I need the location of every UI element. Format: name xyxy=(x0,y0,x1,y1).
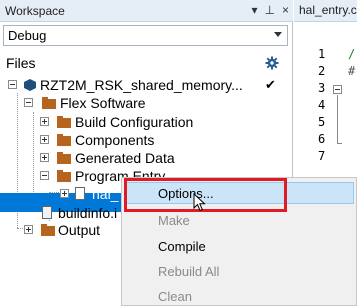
expand-icon[interactable] xyxy=(40,153,49,162)
code-fragment: / xyxy=(348,47,356,61)
expand-icon[interactable] xyxy=(60,189,69,198)
tree-item-label: hal_ xyxy=(92,186,119,202)
menu-item-compile[interactable]: Compile xyxy=(158,239,206,254)
pin-icon[interactable]: ⊥ xyxy=(265,3,275,17)
gear-icon[interactable] xyxy=(265,56,279,70)
tree-item-label: Output xyxy=(58,222,101,238)
line-number: 7 xyxy=(318,149,326,163)
line-number: 2 xyxy=(318,64,326,78)
file-icon xyxy=(42,206,52,219)
expand-icon[interactable] xyxy=(40,117,49,126)
menu-item-rebuild-all[interactable]: Rebuild All xyxy=(158,264,219,279)
close-icon[interactable]: × xyxy=(282,3,289,17)
folder-icon xyxy=(57,116,71,128)
workspace-title-bar: Workspace ▾ ⊥ × xyxy=(0,0,293,22)
mouse-cursor-icon xyxy=(193,193,206,212)
tree-item-flex-software[interactable]: Flex Software xyxy=(0,94,293,112)
menu-item-make[interactable]: Make xyxy=(158,213,190,228)
tree-item-label: RZT2M_RSK_shared_memory... xyxy=(40,77,243,93)
configuration-value: Debug xyxy=(8,28,47,43)
expand-icon[interactable] xyxy=(24,225,33,234)
workspace-title: Workspace xyxy=(5,3,65,18)
dropdown-icon[interactable]: ▾ xyxy=(252,3,258,17)
line-number: 5 xyxy=(318,115,326,129)
line-number: 4 xyxy=(318,98,326,112)
project-icon xyxy=(24,79,36,91)
editor-tab-bar: hal_entry.c xyxy=(294,0,357,22)
tree-item-build-configuration[interactable]: Build Configuration xyxy=(0,113,293,131)
configuration-select[interactable]: Debug xyxy=(3,25,288,46)
files-header: Files xyxy=(0,51,293,75)
folder-icon xyxy=(42,97,56,109)
tree-item-label: Components xyxy=(75,132,155,148)
tree-item-label: Flex Software xyxy=(60,95,146,111)
folder-icon xyxy=(57,152,71,164)
tree-item-components[interactable]: Components xyxy=(0,131,293,149)
menu-item-clean[interactable]: Clean xyxy=(158,289,192,304)
collapse-icon[interactable] xyxy=(24,98,33,107)
expand-icon[interactable] xyxy=(40,135,49,144)
active-check-icon: ✔ xyxy=(265,77,276,92)
chevron-down-icon[interactable] xyxy=(274,32,282,37)
editor-tab-hal-entry[interactable]: hal_entry.c xyxy=(299,3,357,17)
tree-item-label: buildinfo.i xyxy=(58,205,118,221)
tree-item-generated-data[interactable]: Generated Data xyxy=(0,149,293,167)
collapse-icon[interactable] xyxy=(40,171,49,180)
folder-icon xyxy=(41,224,55,236)
line-number: 1 xyxy=(318,47,326,61)
folder-icon xyxy=(57,170,71,182)
workspace-title-buttons: ▾ ⊥ × xyxy=(252,3,290,17)
fold-line xyxy=(337,95,338,143)
line-number: 6 xyxy=(318,132,326,146)
code-fragment: # xyxy=(348,64,356,78)
fold-line-end xyxy=(337,143,342,144)
files-label: Files xyxy=(6,55,36,71)
collapse-icon[interactable] xyxy=(8,80,17,89)
tree-item-project[interactable]: RZT2M_RSK_shared_memory... ✔ xyxy=(0,76,293,94)
tree-item-label: Generated Data xyxy=(75,150,175,166)
folder-icon xyxy=(57,134,71,146)
line-number: 3 xyxy=(318,81,326,95)
fold-toggle-icon[interactable] xyxy=(333,85,342,94)
tree-item-label: Build Configuration xyxy=(75,114,194,130)
c-file-icon xyxy=(75,187,85,200)
